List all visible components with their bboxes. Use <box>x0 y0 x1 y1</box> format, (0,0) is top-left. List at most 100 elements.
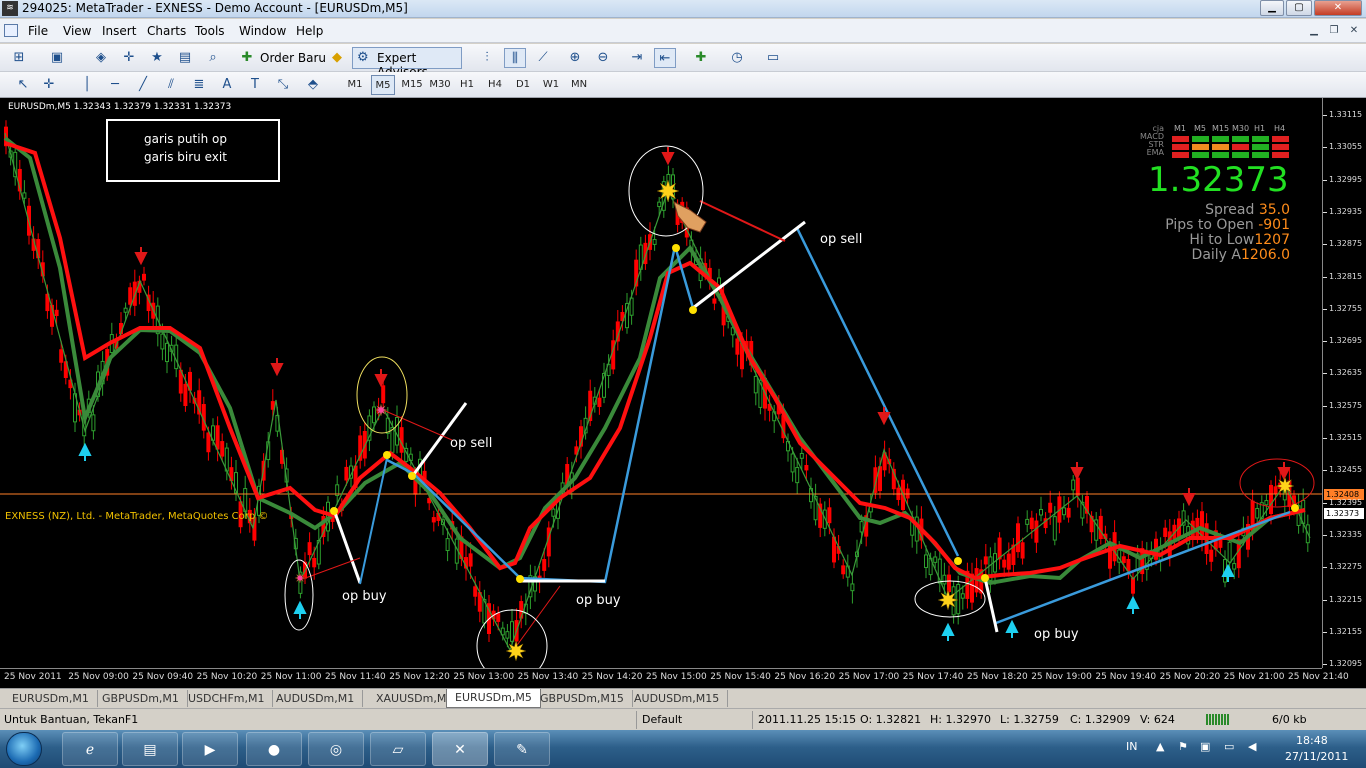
mdi-minimize-icon[interactable]: ▁ <box>1306 24 1322 38</box>
metaeditor-icon[interactable]: ◆ <box>326 48 348 68</box>
buy-arrow-icon <box>78 442 92 461</box>
broker-label: EXNESS (NZ), Ltd. - MetaTrader, MetaQuot… <box>5 511 269 522</box>
arrows-icon[interactable]: ⤡ <box>272 75 294 95</box>
annotation-op-sell-2[interactable]: op sell <box>450 436 492 451</box>
menu-file[interactable]: File <box>28 24 48 38</box>
periods-icon[interactable]: ◷ <box>726 48 748 68</box>
tray-arrow-icon[interactable]: ▲ <box>1156 740 1164 753</box>
text-label-icon[interactable]: T <box>244 75 266 95</box>
tray-app-icon[interactable]: ▣ <box>1200 740 1210 753</box>
chart-tab[interactable]: EURUSDm,M1 <box>4 690 98 707</box>
timeframe-m30[interactable]: M30 <box>427 75 453 95</box>
menu-help[interactable]: Help <box>296 24 323 38</box>
annotation-op-sell-1[interactable]: op sell <box>820 232 862 247</box>
candle-body <box>160 333 165 350</box>
market-watch-icon[interactable]: ◈ <box>90 48 112 68</box>
indicators-icon[interactable]: ✚ <box>690 48 712 68</box>
price-chart[interactable]: EURUSDm,M5 1.32343 1.32379 1.32331 1.323… <box>0 98 1366 688</box>
candle-body <box>827 507 832 524</box>
chart-tab[interactable]: USDCHFm,M1 <box>180 690 274 707</box>
status-separator <box>752 711 753 729</box>
timeframe-w1[interactable]: W1 <box>539 75 563 95</box>
chart-shift-icon[interactable]: ⇤ <box>654 48 676 68</box>
exness-metatrader-icon[interactable]: ✕ <box>432 732 488 766</box>
chart-tab[interactable]: AUDUSDm,M15 <box>626 690 729 707</box>
candle-body <box>652 239 657 245</box>
shapes-icon[interactable]: ⬘ <box>302 75 324 95</box>
trendline-icon[interactable]: ╱ <box>132 75 154 95</box>
app-icon-swirl[interactable]: ◎ <box>308 732 364 766</box>
note-text-box[interactable]: garis putih op garis biru exit <box>106 119 280 182</box>
firefox-icon[interactable]: ● <box>246 732 302 766</box>
zoom-out-icon[interactable]: ⊖ <box>592 48 614 68</box>
expert-advisors-button[interactable]: ⚙ Expert Advisors <box>352 47 462 79</box>
mdi-restore-icon[interactable]: ❐ <box>1326 24 1342 38</box>
metatrader-app-icon[interactable]: ≋ <box>2 1 18 16</box>
timeframe-h1[interactable]: H1 <box>455 75 479 95</box>
timeframe-mn[interactable]: MN <box>566 75 592 95</box>
network-icon[interactable]: ▭ <box>1224 740 1234 753</box>
mdi-close-icon[interactable]: ✕ <box>1346 24 1362 38</box>
zoom-in-icon[interactable]: ⊕ <box>564 48 586 68</box>
navigator-icon[interactable]: ★ <box>146 48 168 68</box>
terminal-icon[interactable]: ▤ <box>174 48 196 68</box>
chart-tab[interactable]: AUDUSDm,M1 <box>268 690 364 707</box>
candlestick-icon[interactable]: ⫼ <box>504 48 526 68</box>
menu-charts[interactable]: Charts <box>147 24 186 38</box>
cursor-icon[interactable]: ↖ <box>12 75 34 95</box>
annotation-op-buy-2[interactable]: op buy <box>576 593 621 608</box>
robot-icon: ⚙ <box>357 50 369 65</box>
time-axis-label: 25 Nov 09:40 <box>132 672 194 682</box>
notepad-icon[interactable]: ▱ <box>370 732 426 766</box>
media-player-icon[interactable]: ▶ <box>182 732 238 766</box>
file-explorer-icon[interactable]: ▤ <box>122 732 178 766</box>
line-chart-icon[interactable]: ⟋ <box>532 48 554 68</box>
close-button[interactable]: ✕ <box>1314 0 1362 16</box>
annotation-op-buy-1[interactable]: op buy <box>342 589 387 604</box>
clock-date[interactable]: 27/11/2011 <box>1285 750 1348 763</box>
timeframe-m15[interactable]: M15 <box>399 75 425 95</box>
chart-canvas[interactable] <box>0 98 1322 668</box>
channel-icon[interactable]: ⫽ <box>160 75 182 95</box>
timeframe-m5[interactable]: M5 <box>371 75 395 95</box>
templates-icon[interactable]: ▭ <box>762 48 784 68</box>
profiles-icon[interactable]: ▣ <box>46 48 68 68</box>
price-axis-label: 1.32695 <box>1329 336 1363 346</box>
menu-view[interactable]: View <box>63 24 91 38</box>
price-axis[interactable]: 1.32408 1.32373 1.33115 1.33055 1.32995 1.3… <box>1322 98 1366 668</box>
tester-icon[interactable]: ⌕ <box>202 48 224 68</box>
chart-tab[interactable]: GBPUSDm,M15 <box>532 690 633 707</box>
timeframe-m1[interactable]: M1 <box>343 75 367 95</box>
order-baru-button[interactable]: Order Baru <box>256 48 330 68</box>
new-order-icon[interactable]: ✚ <box>236 48 258 68</box>
text-icon[interactable]: A <box>216 75 238 95</box>
maximize-button[interactable]: ▢ <box>1286 0 1312 16</box>
annotation-op-buy-3[interactable]: op buy <box>1034 627 1079 642</box>
start-button[interactable] <box>6 732 42 766</box>
data-window-icon[interactable]: ✛ <box>118 48 140 68</box>
time-axis[interactable]: 25 Nov 2011 25 Nov 09:00 25 Nov 09:40 25 No… <box>0 668 1349 688</box>
vertical-line-icon[interactable]: │ <box>76 75 98 95</box>
menu-window[interactable]: Window <box>239 24 286 38</box>
chart-tab[interactable]: EURUSDm,M5 <box>446 689 541 708</box>
crosshair-icon[interactable]: ✛ <box>38 75 60 95</box>
timeframe-h4[interactable]: H4 <box>483 75 507 95</box>
action-center-icon[interactable]: ⚑ <box>1178 740 1188 753</box>
menu-tools[interactable]: Tools <box>195 24 225 38</box>
menu-insert[interactable]: Insert <box>102 24 136 38</box>
horizontal-line-icon[interactable]: ─ <box>104 75 126 95</box>
volume-icon[interactable]: ◀ <box>1248 740 1256 753</box>
language-indicator[interactable]: IN <box>1126 740 1137 753</box>
paint-icon[interactable]: ✎ <box>494 732 550 766</box>
internet-explorer-icon[interactable]: ℯ <box>62 732 118 766</box>
indicator-signal-cell <box>1212 152 1229 158</box>
price-axis-tick <box>1323 179 1327 181</box>
timeframe-d1[interactable]: D1 <box>511 75 535 95</box>
auto-scroll-icon[interactable]: ⇥ <box>626 48 648 68</box>
fibonacci-icon[interactable]: ≣ <box>188 75 210 95</box>
chart-tab[interactable]: GBPUSDm,M1 <box>94 690 188 707</box>
new-chart-icon[interactable]: ⊞ <box>8 48 30 68</box>
minimize-button[interactable]: ▁ <box>1260 0 1284 16</box>
bar-chart-icon[interactable]: ⫶ <box>476 48 498 68</box>
clock-time[interactable]: 18:48 <box>1296 734 1328 747</box>
